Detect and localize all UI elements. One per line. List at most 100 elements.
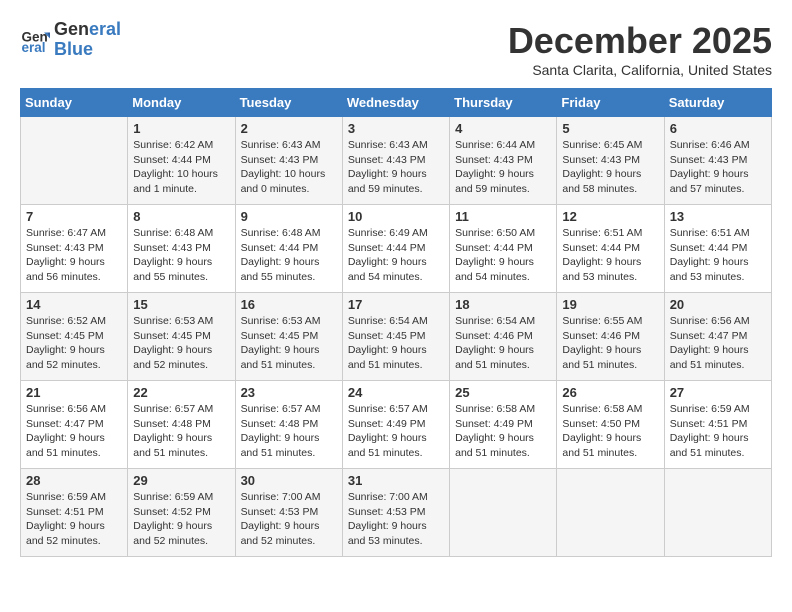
day-info: Sunrise: 6:43 AM Sunset: 4:43 PM Dayligh… (348, 138, 444, 197)
day-info: Sunrise: 6:56 AM Sunset: 4:47 PM Dayligh… (670, 314, 766, 373)
week-row-1: 1 Sunrise: 6:42 AM Sunset: 4:44 PM Daylig… (21, 117, 772, 205)
calendar-cell: 31 Sunrise: 7:00 AM Sunset: 4:53 PM Dayli… (342, 469, 449, 557)
day-number: 1 (133, 121, 229, 136)
day-number: 9 (241, 209, 337, 224)
day-number: 18 (455, 297, 551, 312)
day-number: 21 (26, 385, 122, 400)
day-number: 22 (133, 385, 229, 400)
calendar-cell: 2Sunrise: 6:43 AM Sunset: 4:43 PM Daylig… (235, 117, 342, 205)
day-info: Sunrise: 6:57 AM Sunset: 4:49 PM Dayligh… (348, 402, 444, 461)
calendar-cell (450, 469, 557, 557)
day-info: Sunrise: 6:53 AM Sunset: 4:45 PM Dayligh… (133, 314, 229, 373)
day-info: Sunrise: 6:50 AM Sunset: 4:44 PM Dayligh… (455, 226, 551, 285)
calendar-cell: 16Sunrise: 6:53 AM Sunset: 4:45 PM Dayli… (235, 293, 342, 381)
calendar-cell: 26 Sunrise: 6:58 AM Sunset: 4:50 PM Dayli… (557, 381, 664, 469)
day-info: Sunrise: 6:45 AM Sunset: 4:43 PM Dayligh… (562, 138, 658, 197)
calendar-cell (557, 469, 664, 557)
calendar-cell: 18 Sunrise: 6:54 AM Sunset: 4:46 PM Dayli… (450, 293, 557, 381)
calendar-cell: 6 Sunrise: 6:46 AM Sunset: 4:43 PM Daylig… (664, 117, 771, 205)
day-number: 6 (670, 121, 766, 136)
calendar-cell: 22 Sunrise: 6:57 AM Sunset: 4:48 PM Dayli… (128, 381, 235, 469)
day-number: 3 (348, 121, 444, 136)
calendar-cell: 23Sunrise: 6:57 AM Sunset: 4:48 PM Dayli… (235, 381, 342, 469)
calendar-cell: 12Sunrise: 6:51 AM Sunset: 4:44 PM Dayli… (557, 205, 664, 293)
logo-icon: Gen eral (20, 25, 50, 55)
calendar-cell: 28Sunrise: 6:59 AM Sunset: 4:51 PM Dayli… (21, 469, 128, 557)
svg-text:eral: eral (22, 40, 46, 55)
calendar-cell: 4Sunrise: 6:44 AM Sunset: 4:43 PM Daylig… (450, 117, 557, 205)
day-info: Sunrise: 7:00 AM Sunset: 4:53 PM Dayligh… (348, 490, 444, 549)
location-subtitle: Santa Clarita, California, United States (508, 62, 772, 78)
calendar-cell: 19 Sunrise: 6:55 AM Sunset: 4:46 PM Dayli… (557, 293, 664, 381)
day-number: 31 (348, 473, 444, 488)
calendar-body: 1 Sunrise: 6:42 AM Sunset: 4:44 PM Daylig… (21, 117, 772, 557)
page-header: Gen eral General Blue December 2025 Sant… (20, 20, 772, 78)
calendar-cell: 14 Sunrise: 6:52 AM Sunset: 4:45 PM Dayli… (21, 293, 128, 381)
day-info: Sunrise: 6:49 AM Sunset: 4:44 PM Dayligh… (348, 226, 444, 285)
day-number: 10 (348, 209, 444, 224)
calendar-cell: 11 Sunrise: 6:50 AM Sunset: 4:44 PM Dayli… (450, 205, 557, 293)
day-number: 13 (670, 209, 766, 224)
week-row-2: 7 Sunrise: 6:47 AM Sunset: 4:43 PM Daylig… (21, 205, 772, 293)
day-number: 28 (26, 473, 122, 488)
day-info: Sunrise: 6:44 AM Sunset: 4:43 PM Dayligh… (455, 138, 551, 197)
week-row-3: 14 Sunrise: 6:52 AM Sunset: 4:45 PM Dayli… (21, 293, 772, 381)
day-info: Sunrise: 6:57 AM Sunset: 4:48 PM Dayligh… (133, 402, 229, 461)
day-info: Sunrise: 6:48 AM Sunset: 4:44 PM Dayligh… (241, 226, 337, 285)
weekday-header-wednesday: Wednesday (342, 89, 449, 117)
day-info: Sunrise: 6:59 AM Sunset: 4:52 PM Dayligh… (133, 490, 229, 549)
day-number: 25 (455, 385, 551, 400)
calendar-cell: 29 Sunrise: 6:59 AM Sunset: 4:52 PM Dayli… (128, 469, 235, 557)
day-info: Sunrise: 6:43 AM Sunset: 4:43 PM Dayligh… (241, 138, 337, 197)
calendar-cell: 5 Sunrise: 6:45 AM Sunset: 4:43 PM Daylig… (557, 117, 664, 205)
weekday-header-tuesday: Tuesday (235, 89, 342, 117)
weekday-header-monday: Monday (128, 89, 235, 117)
day-number: 29 (133, 473, 229, 488)
day-info: Sunrise: 6:52 AM Sunset: 4:45 PM Dayligh… (26, 314, 122, 373)
day-info: Sunrise: 6:42 AM Sunset: 4:44 PM Dayligh… (133, 138, 229, 197)
calendar-cell: 8Sunrise: 6:48 AM Sunset: 4:43 PM Daylig… (128, 205, 235, 293)
calendar-table: SundayMondayTuesdayWednesdayThursdayFrid… (20, 88, 772, 557)
day-info: Sunrise: 6:54 AM Sunset: 4:45 PM Dayligh… (348, 314, 444, 373)
day-info: Sunrise: 6:54 AM Sunset: 4:46 PM Dayligh… (455, 314, 551, 373)
calendar-cell (664, 469, 771, 557)
week-row-4: 21 Sunrise: 6:56 AM Sunset: 4:47 PM Dayli… (21, 381, 772, 469)
weekday-header-friday: Friday (557, 89, 664, 117)
weekday-header-saturday: Saturday (664, 89, 771, 117)
calendar-cell: 30 Sunrise: 7:00 AM Sunset: 4:53 PM Dayli… (235, 469, 342, 557)
day-number: 19 (562, 297, 658, 312)
day-number: 30 (241, 473, 337, 488)
calendar-cell: 10 Sunrise: 6:49 AM Sunset: 4:44 PM Dayli… (342, 205, 449, 293)
day-info: Sunrise: 6:47 AM Sunset: 4:43 PM Dayligh… (26, 226, 122, 285)
calendar-cell: 25Sunrise: 6:58 AM Sunset: 4:49 PM Dayli… (450, 381, 557, 469)
calendar-cell: 21 Sunrise: 6:56 AM Sunset: 4:47 PM Dayli… (21, 381, 128, 469)
day-number: 7 (26, 209, 122, 224)
calendar-cell: 15Sunrise: 6:53 AM Sunset: 4:45 PM Dayli… (128, 293, 235, 381)
calendar-cell: 20 Sunrise: 6:56 AM Sunset: 4:47 PM Dayli… (664, 293, 771, 381)
logo-text: General Blue (54, 20, 121, 60)
calendar-cell: 24Sunrise: 6:57 AM Sunset: 4:49 PM Dayli… (342, 381, 449, 469)
calendar-cell: 27Sunrise: 6:59 AM Sunset: 4:51 PM Dayli… (664, 381, 771, 469)
day-number: 11 (455, 209, 551, 224)
day-number: 26 (562, 385, 658, 400)
weekday-header-thursday: Thursday (450, 89, 557, 117)
logo: Gen eral General Blue (20, 20, 121, 60)
day-info: Sunrise: 6:58 AM Sunset: 4:50 PM Dayligh… (562, 402, 658, 461)
day-info: Sunrise: 6:53 AM Sunset: 4:45 PM Dayligh… (241, 314, 337, 373)
day-info: Sunrise: 6:46 AM Sunset: 4:43 PM Dayligh… (670, 138, 766, 197)
day-number: 20 (670, 297, 766, 312)
day-number: 14 (26, 297, 122, 312)
calendar-cell: 1 Sunrise: 6:42 AM Sunset: 4:44 PM Daylig… (128, 117, 235, 205)
day-number: 17 (348, 297, 444, 312)
day-info: Sunrise: 6:51 AM Sunset: 4:44 PM Dayligh… (670, 226, 766, 285)
day-number: 5 (562, 121, 658, 136)
day-number: 8 (133, 209, 229, 224)
calendar-cell: 7 Sunrise: 6:47 AM Sunset: 4:43 PM Daylig… (21, 205, 128, 293)
month-title: December 2025 (508, 20, 772, 62)
day-info: Sunrise: 6:56 AM Sunset: 4:47 PM Dayligh… (26, 402, 122, 461)
day-info: Sunrise: 7:00 AM Sunset: 4:53 PM Dayligh… (241, 490, 337, 549)
day-info: Sunrise: 6:59 AM Sunset: 4:51 PM Dayligh… (670, 402, 766, 461)
day-info: Sunrise: 6:55 AM Sunset: 4:46 PM Dayligh… (562, 314, 658, 373)
calendar-cell: 13 Sunrise: 6:51 AM Sunset: 4:44 PM Dayli… (664, 205, 771, 293)
day-info: Sunrise: 6:57 AM Sunset: 4:48 PM Dayligh… (241, 402, 337, 461)
